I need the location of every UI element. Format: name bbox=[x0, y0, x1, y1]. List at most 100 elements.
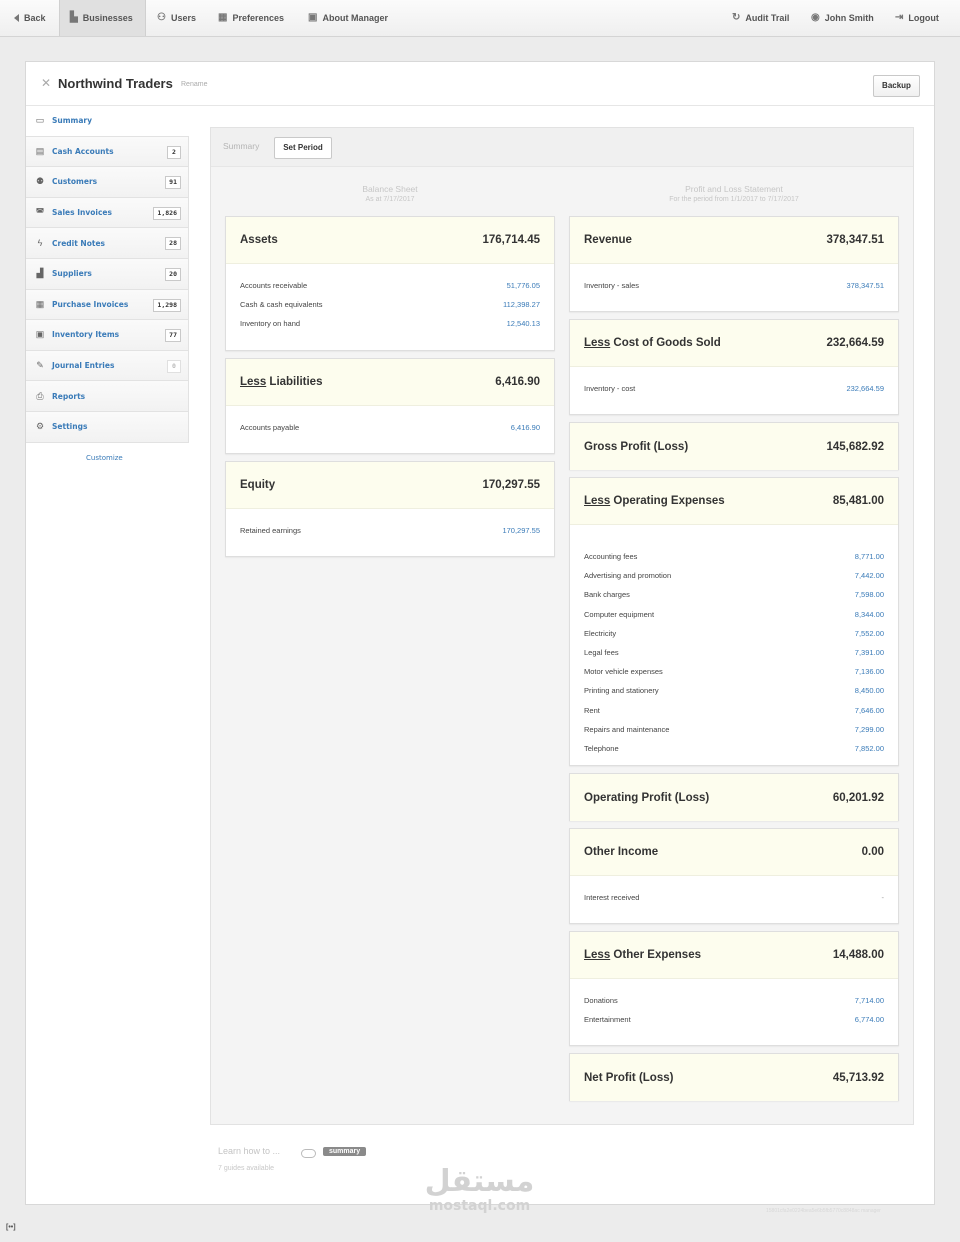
card-header: Less Liabilities 6,416.90 bbox=[226, 359, 554, 406]
account-row: Inventory - cost 232,664.59 bbox=[584, 384, 884, 403]
account-label: Telephone bbox=[584, 743, 619, 753]
close-icon[interactable]: ✕ bbox=[41, 76, 51, 90]
account-row: Accounts payable 6,416.90 bbox=[240, 423, 540, 442]
tab-summary[interactable]: Summary bbox=[223, 141, 259, 151]
account-row: Telephone 7,852.00 bbox=[584, 744, 884, 763]
account-value-link[interactable]: 7,714.00 bbox=[855, 996, 884, 1015]
card-title-text: Cost of Goods Sold bbox=[613, 337, 721, 349]
account-value-link[interactable]: 7,299.00 bbox=[855, 725, 884, 744]
account-row: Cash & cash equivalents 112,398.27 bbox=[240, 300, 540, 319]
card-total: 6,416.90 bbox=[495, 376, 540, 388]
business-panel: ✕ Northwind Traders Rename Backup ▭ Summ… bbox=[25, 61, 935, 1205]
nav-businesses[interactable]: ▙ Businesses bbox=[59, 0, 146, 36]
sidebar-item-credit-notes[interactable]: ϟ Credit Notes 28 bbox=[26, 228, 189, 259]
account-label: Inventory - cost bbox=[584, 384, 636, 393]
account-value-link[interactable]: 170,297.55 bbox=[502, 526, 540, 545]
balance-sheet-header: Balance Sheet As at 7/17/2017 bbox=[225, 184, 555, 203]
account-value-link[interactable]: 8,344.00 bbox=[855, 610, 884, 629]
nav-users[interactable]: ⚇ Users bbox=[147, 0, 206, 36]
nav-preferences-label: Preferences bbox=[232, 13, 284, 23]
card-total: 0.00 bbox=[861, 846, 884, 858]
account-label: Advertising and promotion bbox=[584, 571, 672, 581]
account-value-link[interactable]: 6,774.00 bbox=[855, 1015, 884, 1034]
logout-button[interactable]: ⇥ Logout bbox=[885, 0, 949, 36]
user-icon: ◉ bbox=[811, 12, 820, 23]
set-period-button[interactable]: Set Period bbox=[274, 137, 332, 159]
card-header: Less Other Expenses 14,488.00 bbox=[570, 932, 898, 979]
user-menu[interactable]: ◉ John Smith bbox=[801, 0, 884, 36]
card-total: 145,682.92 bbox=[826, 440, 884, 453]
account-label: Computer equipment bbox=[584, 609, 655, 619]
account-label: Interest received bbox=[584, 893, 640, 902]
account-value-link[interactable]: 7,136.00 bbox=[855, 667, 884, 686]
revenue-card: Revenue 378,347.51 Inventory - sales 378,… bbox=[569, 216, 899, 312]
account-value: - bbox=[881, 893, 885, 902]
account-row: Inventory on hand 12,540.13 bbox=[240, 319, 540, 338]
account-value-link[interactable]: 7,598.00 bbox=[855, 590, 884, 609]
account-row: Interest received - bbox=[584, 893, 884, 912]
count-badge: 77 bbox=[165, 329, 181, 343]
account-value-link[interactable]: 7,646.00 bbox=[855, 706, 884, 725]
account-label: Inventory on hand bbox=[240, 319, 301, 329]
account-value-link[interactable]: 378,347.51 bbox=[846, 281, 884, 300]
sidebar-item-label: Customers bbox=[52, 177, 98, 187]
card-header: Less Operating Expenses 85,481.00 bbox=[570, 478, 898, 525]
sidebar-item-sales-invoices[interactable]: ◚ Sales Invoices 1,826 bbox=[26, 197, 189, 229]
sidebar-item-customers[interactable]: ⚉ Customers 91 bbox=[26, 167, 189, 198]
operating-expenses-card: Less Operating Expenses 85,481.00 Accoun… bbox=[569, 477, 899, 766]
balance-sheet-title: Balance Sheet bbox=[362, 184, 418, 194]
card-title-text: Other Expenses bbox=[613, 949, 701, 961]
account-value-link[interactable]: 7,442.00 bbox=[855, 571, 884, 590]
cogs-card: Less Cost of Goods Sold 232,664.59 Inven… bbox=[569, 319, 899, 415]
customize-link[interactable]: Customize bbox=[86, 454, 123, 462]
sidebar-item-reports[interactable]: ⎙ Reports bbox=[26, 381, 189, 412]
audit-trail-link[interactable]: ↻ Audit Trail bbox=[722, 0, 799, 36]
equity-card: Equity 170,297.55 Retained earnings 170,2… bbox=[225, 461, 555, 557]
nav-about[interactable]: ▣ About Manager bbox=[298, 0, 398, 36]
card-total: 176,714.45 bbox=[482, 234, 540, 246]
sidebar-item-settings[interactable]: ⚙ Settings bbox=[26, 411, 189, 443]
sidebar-item-suppliers[interactable]: ▟ Suppliers 20 bbox=[26, 258, 189, 290]
card-title: Less Operating Expenses bbox=[584, 495, 725, 507]
learn-how-to[interactable]: Learn how to ... bbox=[218, 1146, 280, 1156]
account-value-link[interactable]: 232,664.59 bbox=[846, 384, 884, 403]
guide-toggle-icon[interactable] bbox=[301, 1149, 316, 1158]
watermark-arabic: مستقل bbox=[424, 1164, 535, 1199]
count-badge: 91 bbox=[165, 176, 181, 190]
nav-preferences[interactable]: ▦ Preferences bbox=[208, 0, 294, 36]
account-value-link[interactable]: 8,450.00 bbox=[855, 686, 884, 705]
corner-icon[interactable]: [••] bbox=[6, 1224, 16, 1231]
guides-available: 7 guides available bbox=[218, 1165, 275, 1172]
sidebar-item-cash-accounts[interactable]: ▤ Cash Accounts 2 bbox=[26, 136, 189, 168]
panel-header: ✕ Northwind Traders Rename Backup bbox=[26, 62, 934, 106]
card-title: Other Income bbox=[584, 846, 659, 858]
manager-logo-icon: ▣ bbox=[308, 12, 318, 23]
card-title: Gross Profit (Loss) bbox=[584, 440, 689, 453]
account-value-link[interactable]: 8,771.00 bbox=[855, 552, 884, 571]
account-value-link[interactable]: 12,540.13 bbox=[507, 319, 540, 338]
account-value-link[interactable]: 7,391.00 bbox=[855, 648, 884, 667]
count-badge: 2 bbox=[167, 145, 181, 159]
sidebar-item-purchase-invoices[interactable]: ▦ Purchase Invoices 1,298 bbox=[26, 289, 189, 321]
sidebar-item-inventory-items[interactable]: ▣ Inventory Items 77 bbox=[26, 320, 189, 351]
account-label: Retained earnings bbox=[240, 526, 301, 535]
backup-button[interactable]: Backup bbox=[873, 75, 920, 97]
rename-link[interactable]: Rename bbox=[181, 81, 207, 88]
users-icon: ⚇ bbox=[157, 12, 166, 23]
card-total: 232,664.59 bbox=[826, 337, 884, 349]
summary-guide-pill[interactable]: summary bbox=[323, 1147, 367, 1156]
account-value-link[interactable]: 7,852.00 bbox=[855, 744, 884, 763]
sidebar-item-journal-entries[interactable]: ✎ Journal Entries 0 bbox=[26, 350, 189, 382]
audit-trail-label: Audit Trail bbox=[745, 13, 790, 23]
account-value-link[interactable]: 51,776.05 bbox=[507, 281, 540, 300]
account-value-link[interactable]: 112,398.27 bbox=[503, 300, 540, 319]
account-value-link[interactable]: 7,552.00 bbox=[855, 629, 884, 648]
back-button[interactable]: Back bbox=[4, 0, 56, 36]
account-row: Accounting fees 8,771.00 bbox=[584, 552, 884, 571]
sidebar-item-summary[interactable]: ▭ Summary bbox=[26, 106, 189, 137]
box-icon: ▣ bbox=[35, 329, 45, 340]
card-total: 85,481.00 bbox=[832, 495, 884, 507]
account-label: Repairs and maintenance bbox=[584, 724, 670, 734]
account-value-link[interactable]: 6,416.90 bbox=[511, 423, 540, 442]
gears-icon: ⚙ bbox=[35, 421, 45, 432]
